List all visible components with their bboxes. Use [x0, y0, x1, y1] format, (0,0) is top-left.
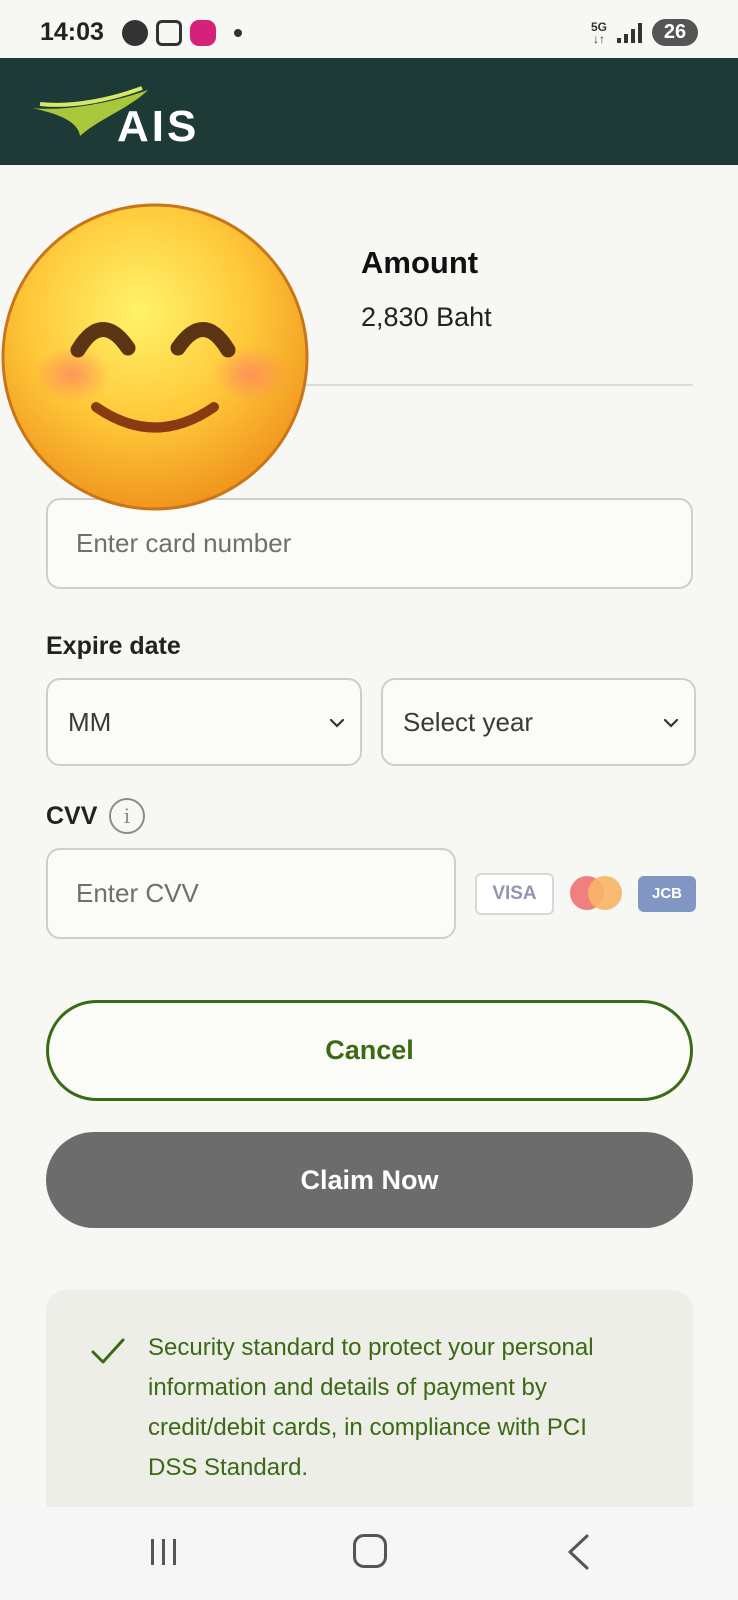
mastercard-logo-icon [570, 876, 622, 910]
security-text: Security standard to protect your person… [148, 1334, 594, 1481]
lazada-icon [190, 20, 216, 46]
visa-logo: VISA [475, 873, 554, 915]
home-icon[interactable] [353, 1534, 387, 1568]
network-5g-icon: 5G ↓↑ [591, 21, 607, 45]
cvv-label: CVV [46, 802, 98, 830]
info-icon[interactable]: i [109, 798, 145, 834]
signal-icon [617, 22, 642, 43]
screen-capture-icon [156, 20, 182, 46]
status-icons-left [122, 20, 242, 46]
claim-now-button[interactable]: Claim Now [46, 1132, 693, 1228]
face-icon [122, 20, 148, 46]
cancel-button[interactable]: Cancel [46, 1000, 693, 1101]
month-select[interactable]: MM [46, 678, 362, 766]
notification-dot-icon [234, 29, 242, 37]
battery-badge: 26 [652, 19, 698, 46]
security-notice: Security standard to protect your person… [46, 1290, 693, 1510]
amount-label: Amount [361, 245, 479, 280]
system-nav-bar [0, 1507, 738, 1600]
amount-value: 2,830 Baht [361, 302, 492, 332]
year-select[interactable]: Select year [381, 678, 696, 766]
ais-logo-text: AIS [117, 102, 200, 151]
amount-divider [300, 384, 693, 386]
month-select-value: MM [68, 706, 112, 737]
status-bar: 14:03 5G ↓↑ 26 [0, 0, 738, 58]
smiling-face-emoji-icon [1, 203, 309, 511]
year-select-value: Select year [403, 706, 534, 737]
check-icon [91, 1338, 125, 1364]
network-label: 5G [590, 19, 607, 34]
chevron-down-icon [663, 718, 679, 728]
chevron-down-icon [329, 718, 345, 728]
back-icon[interactable] [565, 1533, 591, 1571]
cvv-input[interactable]: Enter CVV [46, 848, 456, 939]
status-time: 14:03 [40, 18, 104, 46]
expire-date-label: Expire date [46, 632, 181, 660]
status-right: 5G ↓↑ 26 [591, 19, 698, 46]
recents-icon[interactable] [148, 1537, 180, 1567]
data-arrows-icon: ↓↑ [592, 31, 605, 46]
jcb-logo: JCB [638, 876, 696, 912]
app-header: AIS [0, 58, 738, 165]
